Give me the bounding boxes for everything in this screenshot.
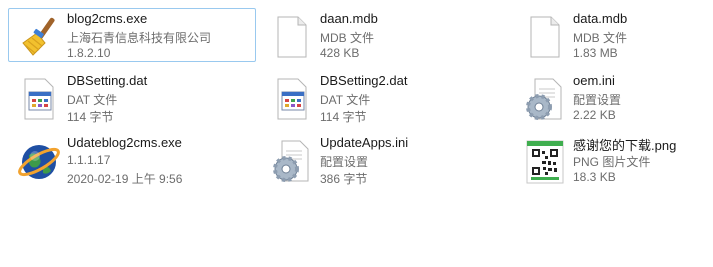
file-tile-dbsetting-dat[interactable]: DBSetting.dat DAT 文件 114 字节 xyxy=(8,70,256,124)
file-size: 1.83 MB xyxy=(573,46,618,60)
file-size: 18.3 KB xyxy=(573,170,616,184)
application-window-icon xyxy=(268,75,316,123)
file-company: 上海石青信息科技有限公司 xyxy=(67,31,212,45)
file-tile-thanks-png[interactable]: 感谢您的下载.png PNG 图片文件 18.3 KB xyxy=(514,132,713,186)
file-size: 386 字节 xyxy=(320,172,368,186)
file-type: PNG 图片文件 xyxy=(573,155,651,169)
file-type: 配置设置 xyxy=(573,93,622,107)
file-type: DAT 文件 xyxy=(67,93,118,107)
file-tile-daan-mdb[interactable]: daan.mdb MDB 文件 428 KB xyxy=(261,8,509,62)
broom-icon xyxy=(15,13,63,61)
settings-gear-document-icon xyxy=(268,137,316,185)
file-name: UpdateApps.ini xyxy=(320,135,409,150)
file-type: MDB 文件 xyxy=(320,31,375,45)
file-tile-blog2cms-exe[interactable]: blog2cms.exe 上海石青信息科技有限公司 1.8.2.10 xyxy=(8,8,256,62)
globe-orbit-icon xyxy=(15,137,63,185)
file-type: MDB 文件 xyxy=(573,31,628,45)
file-tile-data-mdb[interactable]: data.mdb MDB 文件 1.83 MB xyxy=(514,8,713,62)
file-size: 114 字节 xyxy=(67,110,114,124)
file-tile-dbsetting2-dat[interactable]: DBSetting2.dat DAT 文件 114 字节 xyxy=(261,70,509,124)
file-name: 感谢您的下载.png xyxy=(573,138,677,153)
file-name: oem.ini xyxy=(573,73,615,88)
file-name: DBSetting.dat xyxy=(67,73,148,88)
settings-gear-document-icon xyxy=(521,75,569,123)
file-tile-udateblog2cms-exe[interactable]: Udateblog2cms.exe 1.1.1.17 2020-02-19 上午… xyxy=(8,132,256,186)
file-name: blog2cms.exe xyxy=(67,11,148,26)
qr-code-image-icon xyxy=(521,137,569,185)
file-list-tiles-view: blog2cms.exe 上海石青信息科技有限公司 1.8.2.10 daan.… xyxy=(0,0,713,267)
application-window-icon xyxy=(15,75,63,123)
file-size: 428 KB xyxy=(320,46,360,60)
file-date: 2020-02-19 上午 9:56 xyxy=(67,172,183,186)
file-name: daan.mdb xyxy=(320,11,378,26)
file-tile-updateapps-ini[interactable]: UpdateApps.ini 配置设置 386 字节 xyxy=(261,132,509,186)
file-name: data.mdb xyxy=(573,11,628,26)
file-version: 1.8.2.10 xyxy=(67,46,111,60)
file-version: 1.1.1.17 xyxy=(67,153,111,167)
file-size: 114 字节 xyxy=(320,110,367,124)
file-name: Udateblog2cms.exe xyxy=(67,135,182,150)
blank-document-icon xyxy=(521,13,569,61)
file-type: 配置设置 xyxy=(320,155,369,169)
blank-document-icon xyxy=(268,13,316,61)
file-tile-oem-ini[interactable]: oem.ini 配置设置 2.22 KB xyxy=(514,70,713,124)
file-type: DAT 文件 xyxy=(320,93,371,107)
file-size: 2.22 KB xyxy=(573,108,616,122)
file-name: DBSetting2.dat xyxy=(320,73,408,88)
